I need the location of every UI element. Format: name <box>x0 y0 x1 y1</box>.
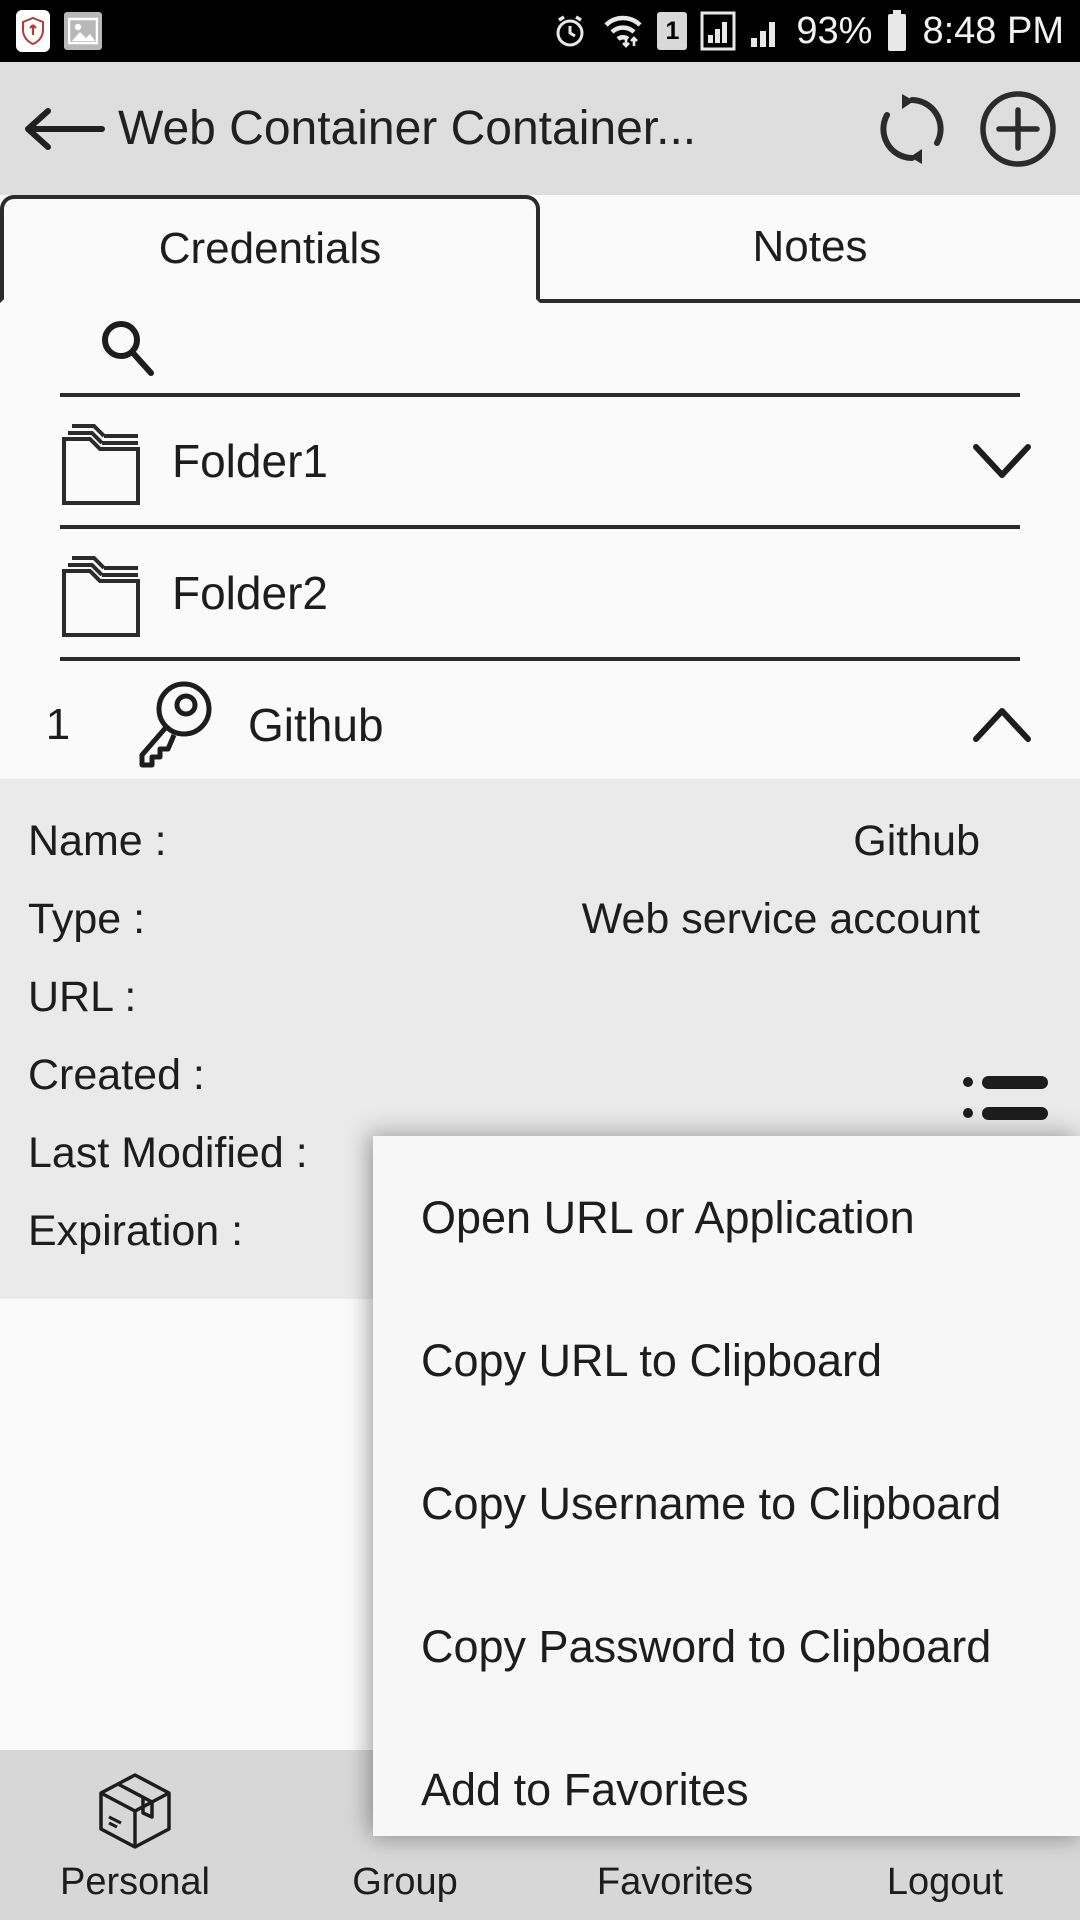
detail-key: Created : <box>28 1051 205 1099</box>
search-input[interactable] <box>182 324 1080 372</box>
tab-credentials[interactable]: Credentials <box>0 195 540 303</box>
detail-value: Web service account <box>581 895 980 943</box>
add-icon[interactable] <box>978 89 1058 169</box>
key-icon <box>126 679 218 771</box>
folder-icon <box>60 547 142 639</box>
signal-2-icon <box>749 11 783 51</box>
alarm-icon <box>551 12 589 50</box>
tab-notes-label: Notes <box>752 222 868 271</box>
menu-item-copy-password[interactable]: Copy Password to Clipboard <box>373 1575 1080 1718</box>
detail-row: URL : <box>28 973 1044 1038</box>
page-title: Web Container Container... <box>118 102 697 155</box>
shield-icon <box>16 10 50 52</box>
list-item-label: Folder1 <box>172 435 328 487</box>
menu-item-label: Open URL or Application <box>421 1191 915 1243</box>
nav-item-group-label: Group <box>352 1860 458 1903</box>
status-bar-left-icons <box>16 10 102 52</box>
wifi-icon <box>602 12 644 50</box>
list-item[interactable]: Folder2 <box>0 529 1080 657</box>
detail-key: Type : <box>28 895 146 943</box>
refresh-icon[interactable] <box>874 91 950 167</box>
battery-percent-label: 93% <box>796 9 873 52</box>
menu-item-copy-url[interactable]: Copy URL to Clipboard <box>373 1289 1080 1432</box>
nav-item-personal-label: Personal <box>60 1860 210 1903</box>
search-icon[interactable] <box>96 317 158 379</box>
list-item-index: 1 <box>45 700 71 749</box>
chevron-down-icon[interactable] <box>970 439 1034 483</box>
photo-icon <box>64 12 102 50</box>
battery-icon <box>885 9 909 53</box>
detail-key: Name : <box>28 817 167 865</box>
list-item-label: Github <box>248 699 384 751</box>
list-item[interactable]: Folder1 <box>0 397 1080 525</box>
list-item[interactable]: 1 Github <box>0 661 1080 789</box>
credential-list: Folder1 Folder2 1 Github <box>0 393 1080 789</box>
status-bar: 1 93% 8:48 PM <box>0 0 1080 62</box>
detail-key: Expiration : <box>28 1207 244 1255</box>
back-arrow-icon[interactable] <box>22 99 106 159</box>
sim-1-icon: 1 <box>657 12 688 50</box>
detail-row: Created : <box>28 1051 1044 1116</box>
chevron-up-icon[interactable] <box>970 703 1034 747</box>
signal-1-icon <box>700 11 736 51</box>
nav-item-favorites-label: Favorites <box>596 1860 754 1903</box>
menu-item-label: Copy URL to Clipboard <box>421 1334 883 1386</box>
menu-item-open-url[interactable]: Open URL or Application <box>373 1146 1080 1289</box>
clock-label: 8:48 PM <box>922 9 1064 52</box>
status-bar-right-icons: 1 93% 8:48 PM <box>551 9 1064 53</box>
context-menu: Open URL or Application Copy URL to Clip… <box>373 1136 1080 1836</box>
search-bar[interactable] <box>0 303 1080 393</box>
menu-item-label: Copy Password to Clipboard <box>421 1620 992 1672</box>
nav-item-personal[interactable]: Personal <box>0 1750 270 1920</box>
app-screen: 1 93% 8:48 PM Web Container Container...… <box>0 0 1080 1920</box>
detail-key: URL : <box>28 973 137 1021</box>
detail-row: Type : Web service account <box>28 895 1044 960</box>
tab-bar: Credentials Notes <box>0 195 1080 303</box>
tab-notes[interactable]: Notes <box>540 195 1080 299</box>
menu-item-label: Copy Username to Clipboard <box>421 1477 1002 1529</box>
tab-credentials-label: Credentials <box>158 224 382 273</box>
folder-icon <box>60 415 142 507</box>
nav-item-logout-label: Logout <box>886 1860 1004 1903</box>
detail-row: Name : Github <box>28 817 1044 882</box>
detail-key: Last Modified : <box>28 1129 308 1177</box>
app-bar: Web Container Container... <box>0 62 1080 195</box>
menu-item-label: Add to Favorites <box>421 1763 749 1815</box>
menu-item-add-to-favorites[interactable]: Add to Favorites <box>373 1718 1080 1861</box>
app-bar-actions <box>874 89 1058 169</box>
menu-item-copy-username[interactable]: Copy Username to Clipboard <box>373 1432 1080 1575</box>
list-item-label: Folder2 <box>172 567 328 619</box>
detail-value: Github <box>853 817 980 865</box>
box-icon <box>91 1767 179 1855</box>
